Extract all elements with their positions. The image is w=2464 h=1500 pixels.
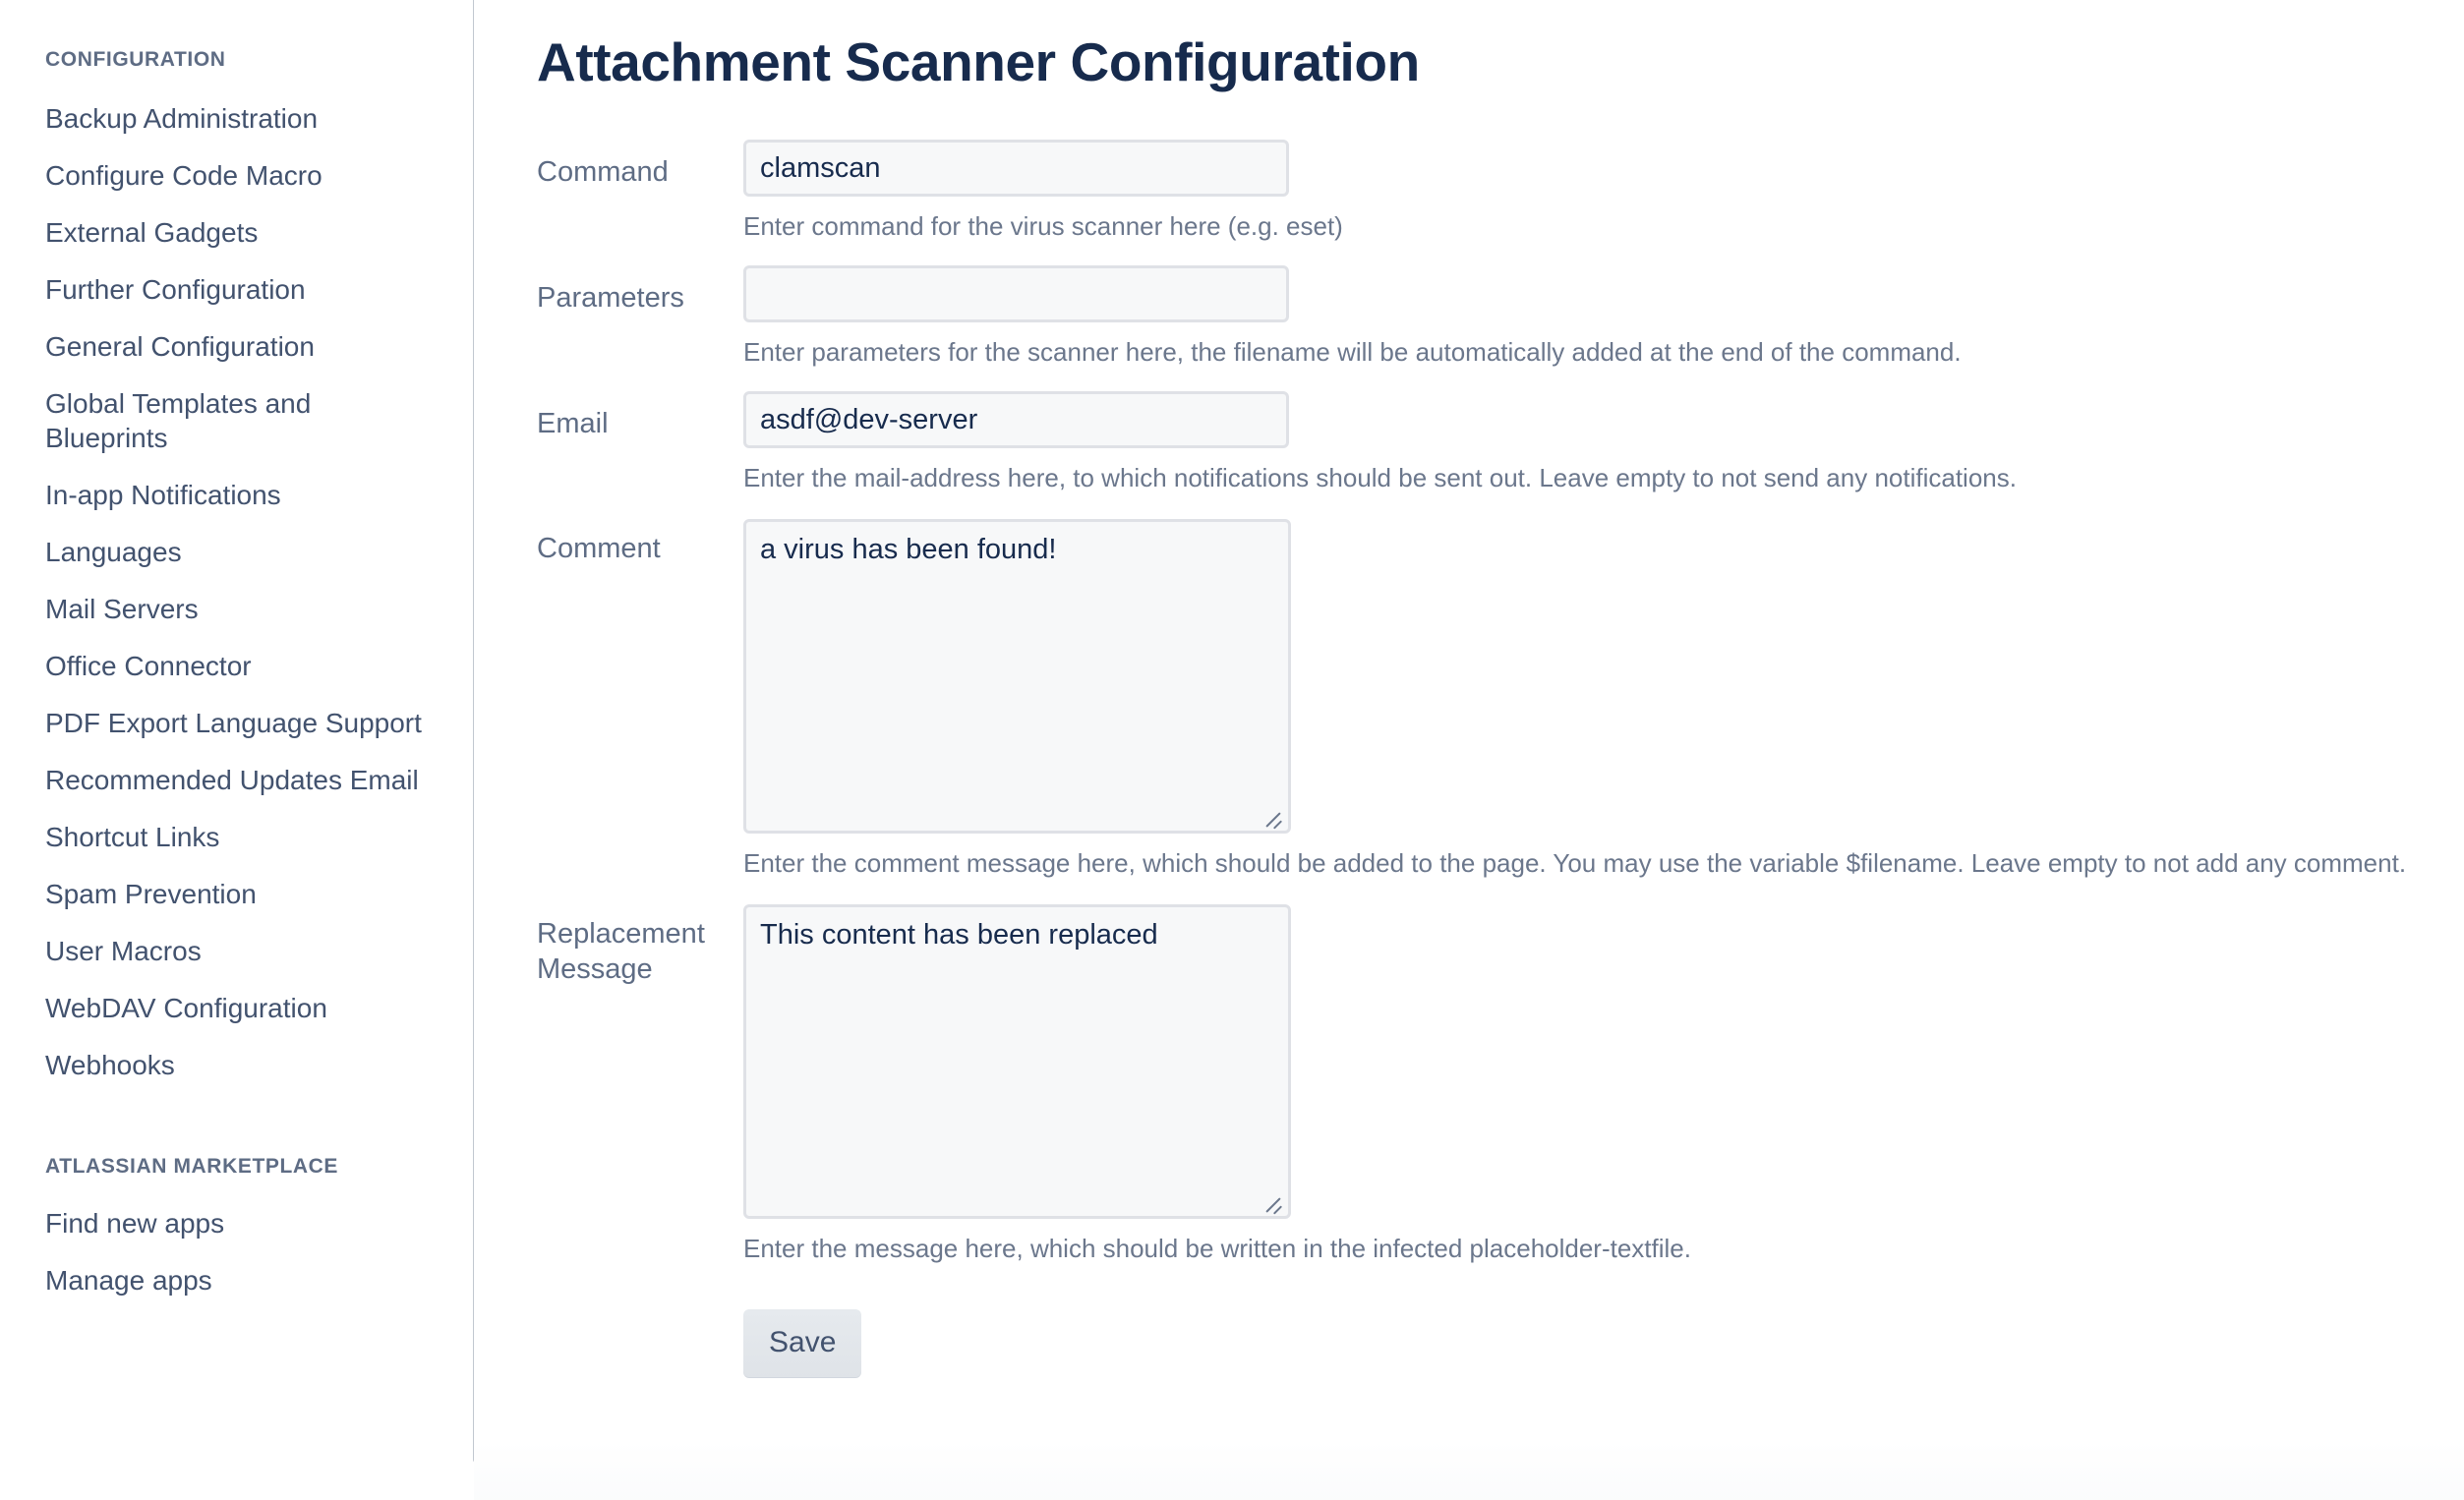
help-row-parameters: Enter parameters for the scanner here, t… xyxy=(537,322,2464,368)
comment-textarea-wrap: a virus has been found! xyxy=(743,519,1291,834)
page-title: Attachment Scanner Configuration xyxy=(537,31,1420,92)
sidebar-item-general-configuration[interactable]: General Configuration xyxy=(0,317,474,375)
bottom-scroll-fade xyxy=(474,1441,2464,1500)
sidebar-item-further-configuration[interactable]: Further Configuration xyxy=(0,260,474,317)
sidebar-item-in-app-notifications[interactable]: In-app Notifications xyxy=(0,466,474,523)
help-text-comment: Enter the comment message here, which sh… xyxy=(743,848,2407,878)
sidebar-section-heading-configuration: CONFIGURATION xyxy=(45,48,226,71)
control-replacement-message: This content has been replaced xyxy=(743,904,2464,1219)
replacement-message-textarea-wrap: This content has been replaced xyxy=(743,904,1291,1219)
sidebar-item-recommended-updates-email[interactable]: Recommended Updates Email xyxy=(0,751,474,808)
admin-sidebar: CONFIGURATION Backup Administration Conf… xyxy=(0,0,474,1500)
actions-spacer xyxy=(537,1309,743,1324)
sidebar-item-spam-prevention[interactable]: Spam Prevention xyxy=(0,865,474,922)
sidebar-item-office-connector[interactable]: Office Connector xyxy=(0,637,474,694)
help-spacer-parameters xyxy=(537,322,743,337)
help-row-email: Enter the mail-address here, to which no… xyxy=(537,448,2464,493)
email-input[interactable] xyxy=(743,391,1289,448)
field-row-command: Command xyxy=(537,140,2464,197)
help-text-replacement-message: Enter the message here, which should be … xyxy=(743,1234,1691,1263)
sidebar-item-external-gadgets[interactable]: External Gadgets xyxy=(0,203,474,260)
sidebar-item-user-macros[interactable]: User Macros xyxy=(0,922,474,979)
sidebar-item-find-new-apps[interactable]: Find new apps xyxy=(0,1194,474,1251)
sidebar-item-global-templates-and-blueprints[interactable]: Global Templates and Blueprints xyxy=(0,375,474,466)
help-text-parameters: Enter parameters for the scanner here, t… xyxy=(743,337,1962,367)
field-row-parameters: Parameters xyxy=(537,265,2464,322)
help-row-command: Enter command for the virus scanner here… xyxy=(537,197,2464,242)
control-comment: a virus has been found! xyxy=(743,519,2464,834)
label-replacement-message: Replacement Message xyxy=(537,918,705,985)
form-actions: Save xyxy=(537,1264,2464,1378)
sidebar-nav-marketplace: Find new apps Manage apps xyxy=(0,1194,474,1308)
field-row-replacement-message: Replacement Message This content has bee… xyxy=(537,904,2464,1219)
replacement-message-textarea[interactable]: This content has been replaced xyxy=(743,904,1291,1219)
label-comment: Comment xyxy=(537,533,661,564)
help-spacer-command xyxy=(537,197,743,211)
page-root: CONFIGURATION Backup Administration Conf… xyxy=(0,0,2464,1500)
help-row-comment: Enter the comment message here, which sh… xyxy=(537,834,2464,879)
comment-textarea[interactable]: a virus has been found! xyxy=(743,519,1291,834)
control-email xyxy=(743,391,2464,448)
help-row-replacement-message: Enter the message here, which should be … xyxy=(537,1219,2464,1264)
sidebar-item-manage-apps[interactable]: Manage apps xyxy=(0,1251,474,1308)
label-parameters: Parameters xyxy=(537,282,684,314)
label-command: Command xyxy=(537,156,669,188)
sidebar-item-pdf-export-language-support[interactable]: PDF Export Language Support xyxy=(0,694,474,751)
control-command xyxy=(743,140,2464,197)
sidebar-item-mail-servers[interactable]: Mail Servers xyxy=(0,580,474,637)
attachment-scanner-config-form: Command Enter command for the virus scan… xyxy=(537,140,2464,1378)
sidebar-item-languages[interactable]: Languages xyxy=(0,523,474,580)
save-button[interactable]: Save xyxy=(743,1309,862,1378)
sidebar-nav-configuration: Backup Administration Configure Code Mac… xyxy=(0,89,474,1093)
help-text-command: Enter command for the virus scanner here… xyxy=(743,211,1343,241)
control-parameters xyxy=(743,265,2464,322)
parameters-input[interactable] xyxy=(743,265,1289,322)
help-spacer-email xyxy=(537,448,743,463)
command-input[interactable] xyxy=(743,140,1289,197)
sidebar-item-webhooks[interactable]: Webhooks xyxy=(0,1036,474,1093)
field-row-email: Email xyxy=(537,391,2464,448)
sidebar-item-webdav-configuration[interactable]: WebDAV Configuration xyxy=(0,979,474,1036)
main-content: Attachment Scanner Configuration Command… xyxy=(474,0,2464,1500)
sidebar-item-backup-administration[interactable]: Backup Administration xyxy=(0,89,474,146)
field-row-comment: Comment a virus has been found! xyxy=(537,519,2464,834)
help-spacer-replacement-message xyxy=(537,1219,743,1234)
actions-control: Save xyxy=(743,1309,2464,1378)
sidebar-item-configure-code-macro[interactable]: Configure Code Macro xyxy=(0,146,474,203)
label-email: Email xyxy=(537,408,609,439)
sidebar-section-heading-atlassian-marketplace: ATLASSIAN MARKETPLACE xyxy=(45,1155,339,1179)
help-text-email: Enter the mail-address here, to which no… xyxy=(743,463,2017,492)
help-spacer-comment xyxy=(537,834,743,848)
sidebar-item-shortcut-links[interactable]: Shortcut Links xyxy=(0,808,474,865)
